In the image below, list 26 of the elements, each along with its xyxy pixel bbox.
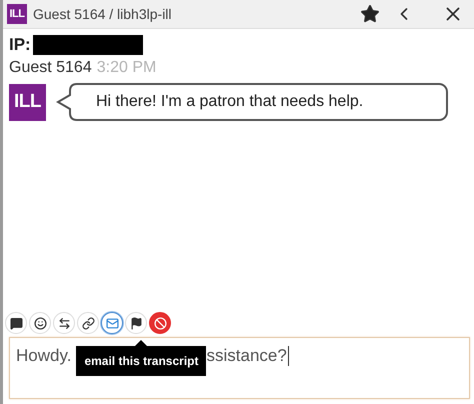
ip-label: IP: bbox=[9, 35, 31, 55]
envelope-icon bbox=[106, 316, 118, 330]
message-time: 3:20 PM bbox=[96, 59, 156, 77]
tooltip: email this transcript bbox=[76, 346, 206, 376]
link-icon bbox=[82, 316, 94, 330]
flag-icon bbox=[130, 316, 142, 330]
swap-arrows-icon bbox=[58, 316, 70, 330]
room-badge: ILL bbox=[7, 4, 27, 24]
swap-arrows-button[interactable] bbox=[53, 312, 75, 334]
sender-name: Guest 5164 bbox=[9, 59, 92, 77]
tooltip-arrow bbox=[135, 340, 148, 346]
envelope-button[interactable] bbox=[101, 312, 123, 334]
window-title: Guest 5164 / libh3lp-ill bbox=[33, 6, 173, 22]
flag-button[interactable] bbox=[125, 312, 147, 334]
face-button[interactable] bbox=[29, 312, 51, 334]
avatar: ILL bbox=[9, 84, 46, 120]
bubble-tail bbox=[56, 83, 82, 121]
message-input[interactable]: Howdy. email this transcript ssistance? bbox=[9, 337, 470, 399]
chat-button[interactable] bbox=[5, 312, 27, 334]
ban-icon bbox=[154, 316, 166, 330]
star-icon bbox=[360, 4, 380, 24]
chat-icon bbox=[10, 316, 22, 330]
face-icon bbox=[34, 316, 46, 330]
ban-button[interactable] bbox=[149, 312, 171, 334]
link-button[interactable] bbox=[77, 312, 99, 334]
message-bubble: Hi there! I'm a patron that needs help. bbox=[82, 83, 448, 121]
